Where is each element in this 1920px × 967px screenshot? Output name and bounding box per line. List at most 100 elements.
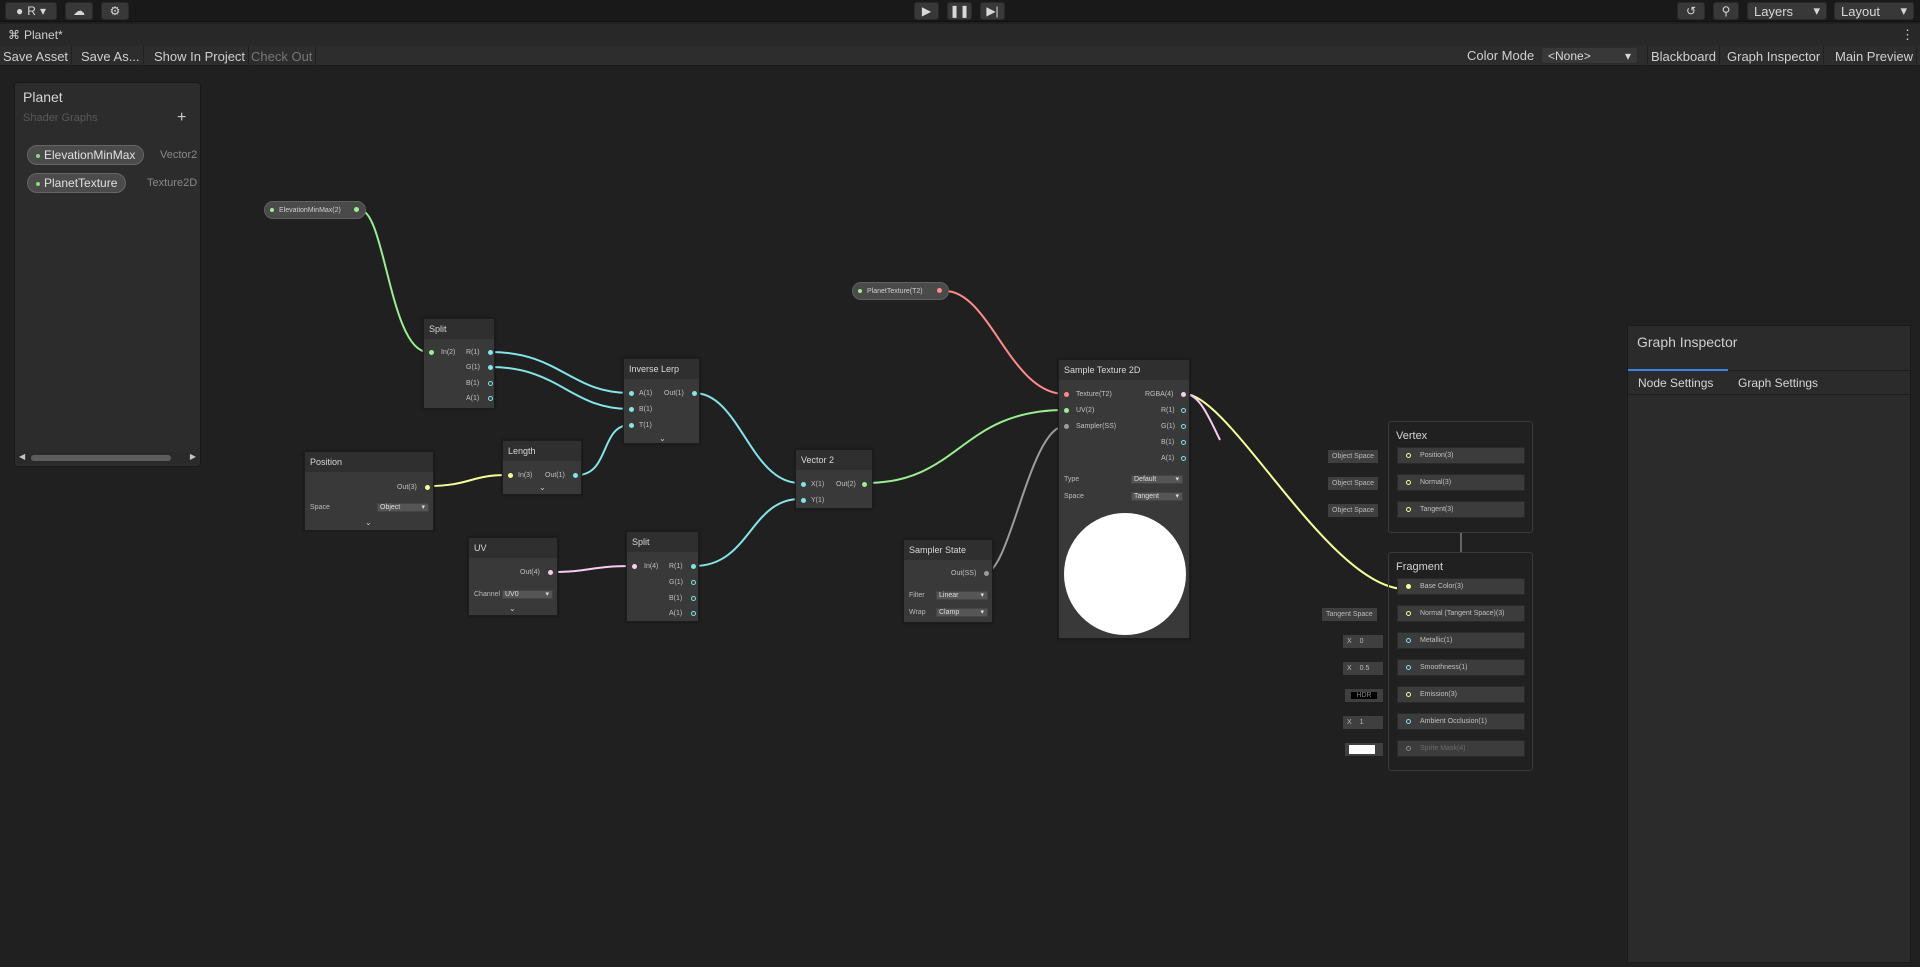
sample-texture-2d-node[interactable]: Sample Texture 2D Texture(T2) UV(2) Samp… <box>1058 359 1190 639</box>
collab-button[interactable]: ⚙ <box>101 2 129 20</box>
tab-node-settings[interactable]: Node Settings <box>1638 376 1713 390</box>
collapse-chevron-icon[interactable]: ⌄ <box>659 434 666 443</box>
fragment-block-emission[interactable]: Emission(3) <box>1397 686 1525 703</box>
inverse-lerp-node[interactable]: Inverse Lerp A(1) B(1) T(1) Out(1) ⌄ <box>623 358 700 444</box>
channel-dropdown[interactable]: UV0 ▾ <box>502 590 553 599</box>
port-dot <box>691 596 696 601</box>
output-port[interactable]: A(1) <box>466 395 493 402</box>
output-port[interactable]: Out(4) <box>520 569 553 576</box>
window-tab[interactable]: ⌘ Planet* <box>8 28 63 42</box>
more-menu-icon[interactable]: ⋮ <box>1901 27 1914 43</box>
type-dropdown[interactable]: Default ▾ <box>1131 475 1183 484</box>
wrap-dropdown[interactable]: Clamp ▾ <box>936 608 988 617</box>
fragment-block-normal[interactable]: Normal (Tangent Space)(3) <box>1397 605 1525 622</box>
sprite-mask-color-pin[interactable] <box>1345 743 1383 756</box>
output-port[interactable]: G(1) <box>1161 423 1186 430</box>
chevron-down-icon: ▾ <box>39 4 46 18</box>
length-node[interactable]: Length In(3) Out(1) ⌄ <box>502 440 582 495</box>
position-node[interactable]: Position Out(3) Space Object ▾ ⌄ <box>304 451 434 531</box>
output-port[interactable]: A(1) <box>669 610 696 617</box>
object-space-pin[interactable]: Object Space <box>1328 477 1379 490</box>
node-title: Sample Texture 2D <box>1059 360 1189 380</box>
split-node[interactable]: Split In(2) R(1) G(1) B(1) A(1) <box>423 318 495 409</box>
fragment-block-sprite-mask[interactable]: Sprite Mask(4) <box>1397 740 1525 757</box>
vector2-node[interactable]: Vector 2 X(1) Y(1) Out(2) <box>795 449 873 509</box>
elevation-property-node[interactable]: ElevationMinMax(2) <box>264 201 366 219</box>
tab-graph-settings[interactable]: Graph Settings <box>1738 376 1818 390</box>
scrollbar-thumb[interactable] <box>31 455 171 461</box>
output-port[interactable]: B(1) <box>669 595 696 602</box>
collapse-chevron-icon[interactable]: ⌄ <box>365 518 372 527</box>
blackboard-toggle[interactable]: Blackboard <box>1647 46 1721 66</box>
add-property-icon[interactable]: + <box>177 109 186 127</box>
vertex-context[interactable]: Vertex Position(3) Normal(3) Tangent(3) <box>1388 421 1533 533</box>
output-port[interactable]: R(1) <box>669 563 696 570</box>
tangent-space-pin[interactable]: Tangent Space <box>1322 608 1377 621</box>
fragment-context[interactable]: Fragment Base Color(3) Normal (Tangent S… <box>1388 552 1533 771</box>
object-space-pin[interactable]: Object Space <box>1328 450 1379 463</box>
color-mode-dropdown[interactable]: <None> ▾ <box>1541 47 1638 64</box>
play-button[interactable]: ▶ <box>914 2 939 20</box>
output-port[interactable]: G(1) <box>466 364 493 371</box>
output-port[interactable]: Out(1) <box>545 472 578 479</box>
type-value: Default <box>1134 476 1157 483</box>
output-port[interactable]: Out(1) <box>664 390 697 397</box>
collapse-chevron-icon[interactable]: ⌄ <box>509 604 516 613</box>
fragment-block-metallic[interactable]: Metallic(1) <box>1397 632 1525 649</box>
split-node[interactable]: Split In(4) R(1) G(1) B(1) A(1) <box>626 531 699 622</box>
pause-button[interactable]: ❚❚ <box>947 2 972 20</box>
uv-node[interactable]: UV Out(4) Channel UV0 ▾ ⌄ <box>468 537 558 616</box>
fragment-block-base-color[interactable]: Base Color(3) <box>1397 578 1525 595</box>
layers-dropdown[interactable]: Layers ▾ <box>1747 2 1827 20</box>
output-port[interactable]: Out(SS) <box>951 570 989 577</box>
vertex-block-normal[interactable]: Normal(3) <box>1397 474 1525 491</box>
output-port[interactable]: G(1) <box>669 579 696 586</box>
save-asset-button[interactable]: Save Asset <box>0 46 73 66</box>
output-port[interactable]: A(1) <box>1161 455 1186 462</box>
blackboard-property[interactable]: ElevationMinMax <box>27 145 145 165</box>
port-dot <box>1406 584 1411 589</box>
output-port[interactable]: B(1) <box>466 380 493 387</box>
output-port[interactable] <box>937 288 942 293</box>
blackboard-property[interactable]: PlanetTexture <box>27 173 127 193</box>
main-preview-toggle[interactable]: Main Preview <box>1832 46 1918 66</box>
ao-value-pin[interactable]: X1 <box>1343 716 1383 729</box>
step-button[interactable]: ▶| <box>980 2 1005 20</box>
output-port[interactable]: RGBA(4) <box>1145 391 1186 398</box>
output-port[interactable]: Out(2) <box>836 481 867 488</box>
output-port[interactable]: R(1) <box>1161 407 1186 414</box>
port-dot <box>1406 665 1411 670</box>
fragment-block-ambient-occlusion[interactable]: Ambient Occlusion(1) <box>1397 713 1525 730</box>
space-dropdown[interactable]: Object ▾ <box>377 503 429 512</box>
output-port[interactable]: R(1) <box>466 349 493 356</box>
account-button[interactable]: ● R ▾ <box>5 2 57 20</box>
collapse-chevron-icon[interactable]: ⌄ <box>539 483 546 492</box>
save-as-button[interactable]: Save As... <box>78 46 144 66</box>
vertex-block-position[interactable]: Position(3) <box>1397 447 1525 464</box>
filter-dropdown[interactable]: Linear ▾ <box>936 591 988 600</box>
emission-hdr-pin[interactable]: HDR <box>1345 689 1383 702</box>
output-port[interactable]: B(1) <box>1161 439 1186 446</box>
history-button[interactable]: ↺ <box>1677 2 1705 20</box>
search-button[interactable]: ⚲ <box>1713 2 1739 20</box>
planet-texture-property-node[interactable]: PlanetTexture(T2) <box>852 282 949 300</box>
space-dropdown[interactable]: Tangent ▾ <box>1131 492 1183 501</box>
port-dot <box>548 570 553 575</box>
output-port[interactable]: Out(3) <box>397 484 430 491</box>
smoothness-value-pin[interactable]: X 0.5 <box>1343 662 1383 675</box>
layout-dropdown[interactable]: Layout ▾ <box>1834 2 1914 20</box>
port-label: R(1) <box>669 563 683 570</box>
output-port[interactable] <box>354 207 359 212</box>
object-space-pin[interactable]: Object Space <box>1328 504 1379 517</box>
show-in-project-button[interactable]: Show In Project <box>151 46 250 66</box>
metallic-value-pin[interactable]: X0 <box>1343 635 1383 648</box>
graph-inspector-toggle[interactable]: Graph Inspector <box>1724 46 1825 66</box>
sampler-state-node[interactable]: Sampler State Out(SS) Filter Linear ▾ Wra… <box>903 539 993 623</box>
horizontal-scrollbar[interactable]: ◀ ▶ <box>17 452 198 464</box>
scroll-left-icon[interactable]: ◀ <box>19 452 25 461</box>
fragment-block-smoothness[interactable]: Smoothness(1) <box>1397 659 1525 676</box>
scroll-right-icon[interactable]: ▶ <box>190 452 196 461</box>
vertex-block-tangent[interactable]: Tangent(3) <box>1397 501 1525 518</box>
graph-toolbar: Save Asset Save As... Show In Project Ch… <box>0 46 1920 66</box>
cloud-button[interactable]: ☁ <box>65 2 93 20</box>
